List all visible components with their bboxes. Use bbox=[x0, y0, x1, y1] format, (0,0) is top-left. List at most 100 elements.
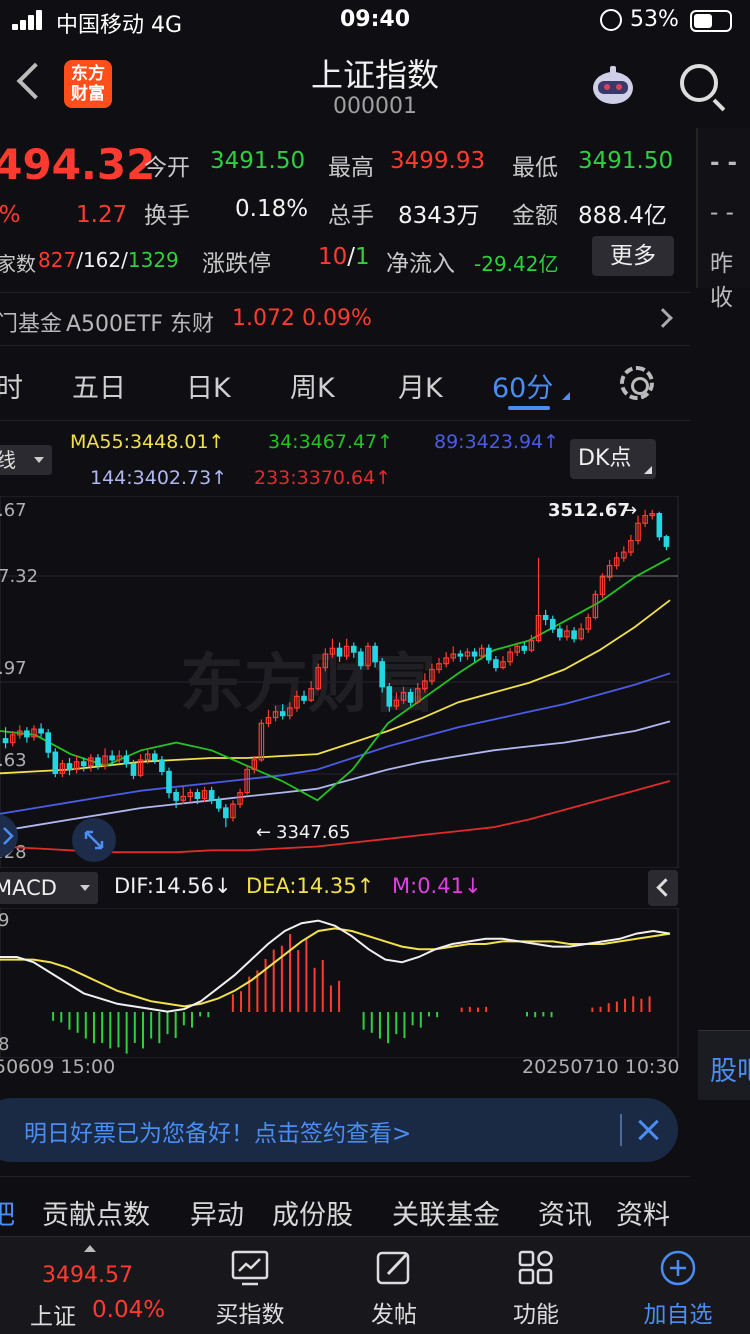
functions-button[interactable]: 功能 bbox=[476, 1237, 596, 1334]
open-label: 今开 bbox=[144, 155, 190, 181]
kline-y-label: .97 bbox=[0, 658, 27, 679]
candle-body bbox=[457, 653, 464, 657]
fund-price: 1.072 bbox=[232, 306, 295, 331]
candle-body bbox=[557, 628, 563, 638]
candle-body bbox=[386, 686, 393, 707]
tab-movement[interactable]: 异动 bbox=[190, 1193, 244, 1232]
tab-weekly-k[interactable]: 周K bbox=[290, 366, 335, 405]
header: 东方财富 上证指数 000001 bbox=[0, 42, 750, 128]
chevron-right-icon bbox=[653, 308, 673, 328]
close-icon[interactable] bbox=[636, 1118, 660, 1142]
line-type-select[interactable]: 线 bbox=[0, 445, 52, 475]
candle-body bbox=[336, 647, 343, 657]
date-end: 20250710 10:30 bbox=[522, 1056, 680, 1078]
ma144-label: 144:3402.73↑ bbox=[90, 467, 228, 489]
indicator-select[interactable]: MACD bbox=[0, 872, 98, 904]
breadth-values: 827/162/1329 bbox=[38, 248, 179, 272]
promo-banner[interactable]: 明日好票已为您备好！点击签约查看> bbox=[0, 1098, 678, 1162]
macd-legend: MACD DIF:14.56↓ DEA:14.35↑ M:0.41↓ bbox=[0, 868, 690, 908]
high-label: 最高 bbox=[328, 155, 374, 181]
netflow-value: -29.42亿 bbox=[474, 252, 559, 276]
macd-y-bottom: 8 bbox=[0, 1034, 9, 1055]
change-percent: 4% bbox=[0, 202, 21, 228]
tab-daily-k[interactable]: 日K bbox=[186, 366, 231, 405]
turnover-label: 换手 bbox=[144, 203, 190, 229]
limit-values: 10/1 bbox=[318, 244, 370, 270]
candle-body bbox=[571, 630, 577, 640]
fund-name: A500ETF 东财 bbox=[66, 312, 215, 337]
tab-news[interactable]: 资讯 bbox=[538, 1193, 592, 1232]
grid-icon bbox=[518, 1250, 553, 1285]
watermark: 东方财富 bbox=[180, 648, 436, 722]
plus-circle-icon bbox=[660, 1250, 696, 1286]
tab-guba[interactable]: 吧 bbox=[0, 1193, 15, 1232]
dk-point-button[interactable]: DK点 bbox=[570, 439, 656, 479]
candle-body bbox=[471, 651, 478, 657]
candle-body bbox=[407, 691, 414, 703]
rotation-lock-icon bbox=[600, 9, 622, 31]
bottom-nav: 3494.57 上证 0.04% 买指数 发帖 功能 加自选 bbox=[0, 1236, 750, 1334]
low-value: 3491.50 bbox=[578, 148, 674, 174]
candle-body bbox=[208, 790, 215, 801]
robot-assistant-icon[interactable] bbox=[588, 64, 638, 108]
tab-60min[interactable]: 60分 bbox=[492, 366, 553, 405]
post-button[interactable]: 发帖 bbox=[334, 1237, 454, 1334]
index-price[interactable]: 3494.57 bbox=[42, 1263, 133, 1288]
candle-body bbox=[80, 761, 87, 767]
change-amount: 1.27 bbox=[76, 202, 128, 228]
right-panel-peek: - - - - 昨收 bbox=[696, 128, 750, 311]
dif-line bbox=[0, 919, 671, 1013]
high-annotation: 3512.67 bbox=[548, 500, 630, 521]
candle-body bbox=[215, 799, 222, 809]
buy-index-button[interactable]: 买指数 bbox=[190, 1237, 310, 1334]
add-watchlist-button[interactable]: 加自选 bbox=[618, 1237, 738, 1334]
side-tab-guba[interactable]: 股吧 bbox=[698, 1030, 750, 1100]
signal-icon bbox=[12, 10, 48, 30]
quote-panel: 3494.32 4% 1.27 今开 3491.50 最高 3499.93 最低… bbox=[0, 128, 690, 288]
date-axis: 50609 15:00 20250710 10:30 bbox=[0, 1056, 690, 1082]
tab-contribution[interactable]: 贡献点数 bbox=[42, 1193, 150, 1232]
candle-body bbox=[151, 753, 158, 761]
candle-body bbox=[66, 763, 73, 771]
m-label: M:0.41↓ bbox=[392, 874, 482, 898]
search-icon[interactable] bbox=[680, 64, 718, 102]
banner-text[interactable]: 明日好票已为您备好！点击签约查看> bbox=[24, 1114, 411, 1148]
volume-value: 8343万 bbox=[398, 203, 480, 229]
ma55-label: MA55:3448.01↑ bbox=[70, 431, 225, 453]
macd-chart[interactable]: 9 8 bbox=[0, 908, 690, 1058]
index-name[interactable]: 上证 bbox=[30, 1297, 76, 1331]
more-button[interactable]: 更多 bbox=[592, 236, 674, 276]
candle-body bbox=[223, 807, 229, 819]
related-fund-row[interactable]: 门基金 A500ETF 东财 1.072 0.09% bbox=[0, 292, 690, 346]
banner-divider bbox=[620, 1114, 622, 1146]
tab-constituents[interactable]: 成份股 bbox=[272, 1193, 353, 1232]
open-value: 3491.50 bbox=[210, 148, 306, 174]
collapse-panel-button[interactable] bbox=[648, 870, 678, 906]
status-bar: 中国移动 4G 09:40 53% bbox=[0, 0, 750, 42]
active-tab-indicator bbox=[508, 406, 550, 410]
candle-body bbox=[194, 791, 201, 799]
candle-body bbox=[358, 651, 364, 667]
ma-legend: 线 MA55:3448.01↑ 34:3467.47↑ 89:3423.94↑ … bbox=[0, 420, 690, 500]
candle-body bbox=[130, 763, 137, 776]
dea-label: DEA:14.35↑ bbox=[246, 874, 375, 898]
tab-related-funds[interactable]: 关联基金 bbox=[392, 1193, 500, 1232]
low-label: 最低 bbox=[512, 155, 558, 181]
candle-body bbox=[301, 695, 307, 701]
ma89-label: 89:3423.94↑ bbox=[434, 431, 560, 453]
kline-chart[interactable]: 东方财富 .677.32.97.63.28 3512.67 → ← 3347.6… bbox=[0, 496, 690, 868]
tab-five-day[interactable]: 五日 bbox=[72, 366, 126, 405]
chevron-up-icon[interactable] bbox=[84, 1245, 96, 1252]
candle-body bbox=[549, 618, 556, 630]
candle-body bbox=[45, 732, 51, 753]
kline-y-label: .63 bbox=[0, 750, 27, 771]
candle-body bbox=[173, 791, 179, 801]
tab-profile[interactable]: 资料 bbox=[616, 1193, 670, 1232]
gear-icon[interactable] bbox=[620, 366, 654, 400]
tab-dropdown-icon[interactable] bbox=[562, 392, 570, 400]
expand-icon[interactable] bbox=[72, 818, 116, 862]
index-percent[interactable]: 0.04% bbox=[92, 1297, 165, 1323]
dea-line bbox=[0, 927, 671, 1008]
tab-intraday[interactable]: 时 bbox=[0, 366, 23, 405]
tab-monthly-k[interactable]: 月K bbox=[398, 366, 443, 405]
